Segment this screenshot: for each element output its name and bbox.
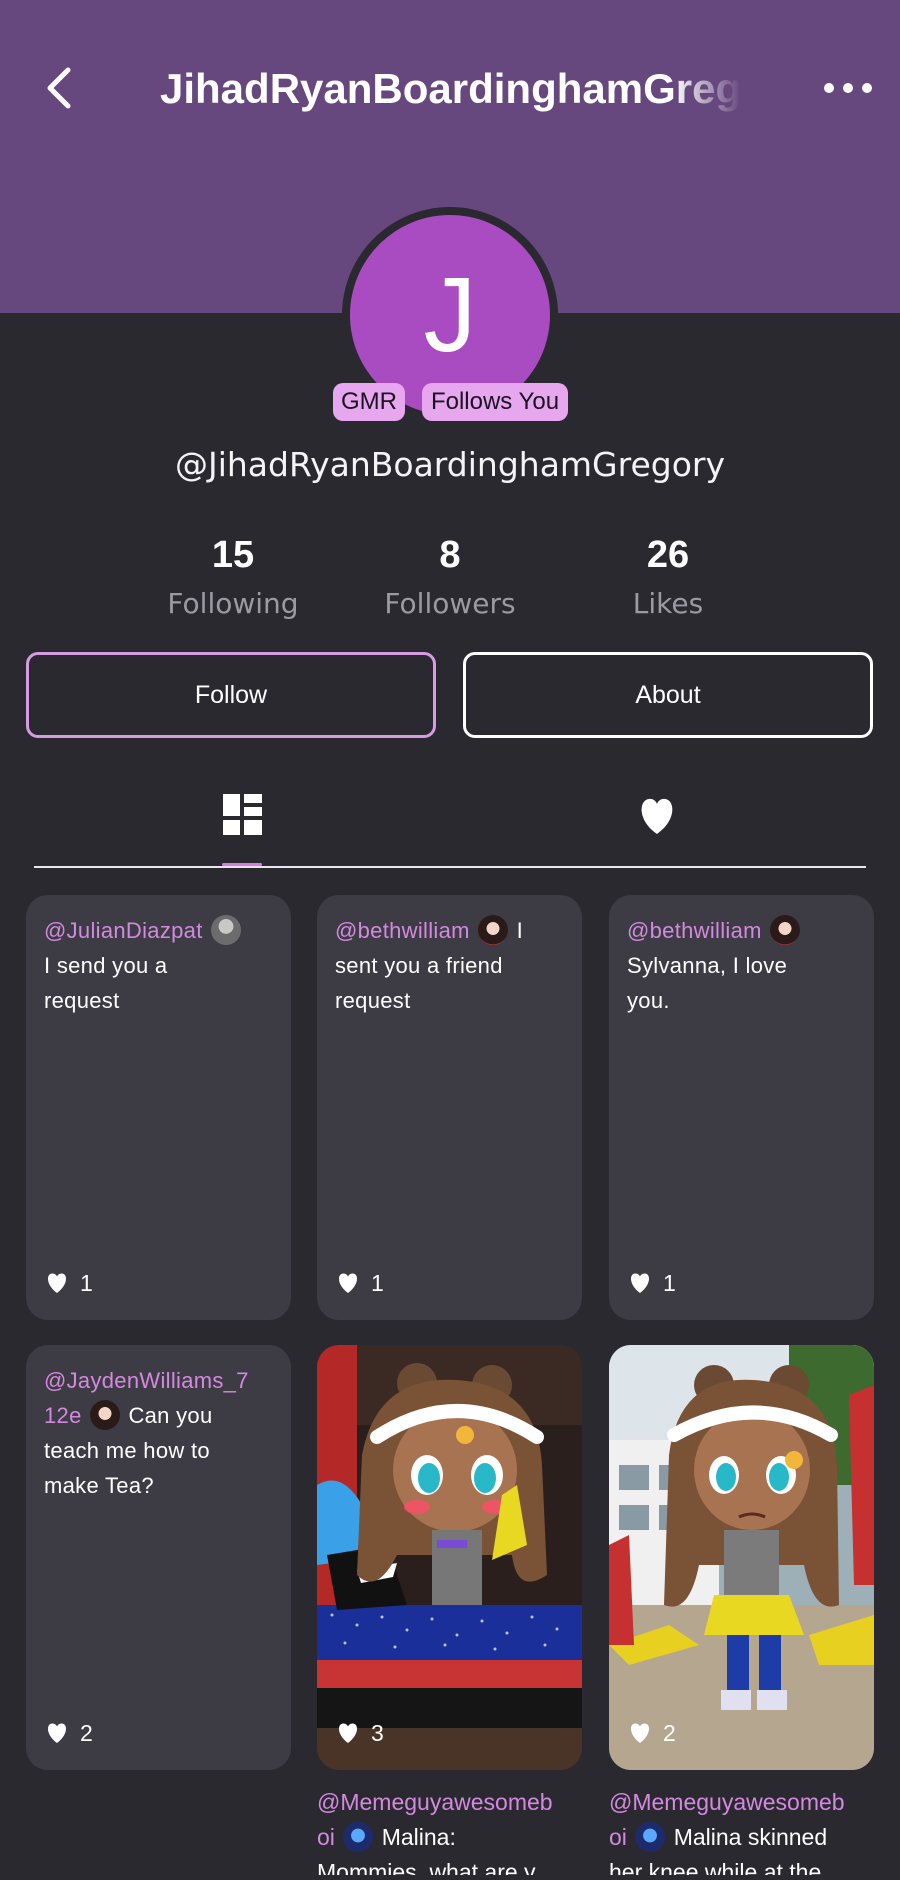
back-button[interactable] xyxy=(40,62,80,114)
tab-divider xyxy=(34,866,866,868)
heart-icon xyxy=(338,1273,358,1293)
stat-value: 15 xyxy=(211,534,255,576)
tab-likes[interactable] xyxy=(625,786,689,846)
character-art-playground-image xyxy=(609,1345,874,1770)
post-author[interactable]: @bethwilliam xyxy=(627,918,762,943)
post-author[interactable]: @Memeguyawesomeb xyxy=(609,1789,845,1815)
dark-hair-avatar-icon xyxy=(478,915,509,945)
post-author[interactable]: @Memeguyawesomeb xyxy=(317,1789,553,1815)
heart-icon xyxy=(630,1723,650,1743)
post-card[interactable]: 3 xyxy=(317,1345,582,1770)
like-count[interactable]: 3 xyxy=(335,1718,384,1748)
more-horizontal-icon xyxy=(824,83,834,93)
post-caption: @Memeguyawesomeb oi Malina: Mommies, wha… xyxy=(317,1789,554,1875)
post-author[interactable]: @JulianDiazpat xyxy=(44,918,203,943)
like-count[interactable]: 1 xyxy=(44,1268,93,1298)
like-count[interactable]: 2 xyxy=(44,1718,93,1748)
tab-posts[interactable] xyxy=(211,786,275,846)
follow-button[interactable]: Follow xyxy=(26,652,436,738)
post-text: @JulianDiazpat I send you a request xyxy=(44,913,274,1018)
like-count[interactable]: 1 xyxy=(627,1268,676,1298)
chevron-left-icon xyxy=(47,67,71,109)
heart-icon xyxy=(338,1723,358,1743)
post-card[interactable]: @bethwilliam Sylvanna, I love you. 1 xyxy=(609,895,874,1320)
heart-icon xyxy=(47,1273,67,1293)
like-count[interactable]: 1 xyxy=(335,1268,384,1298)
stat-value: 8 xyxy=(439,534,461,576)
stat-followers[interactable]: 8 Followers xyxy=(340,530,560,626)
about-button[interactable]: About xyxy=(463,652,873,738)
more-options-button[interactable] xyxy=(820,70,876,106)
like-count[interactable]: 2 xyxy=(627,1718,676,1748)
heart-icon xyxy=(630,1273,650,1293)
post-card[interactable]: 2 xyxy=(609,1345,874,1770)
stat-label: Likes xyxy=(632,587,704,620)
stat-label: Followers xyxy=(384,587,516,620)
post-card[interactable]: @bethwilliam I sent you a friend request… xyxy=(317,895,582,1320)
post-text: @JaydenWilliams_7 12e Can you teach me h… xyxy=(44,1368,249,1498)
post-card[interactable]: @JaydenWilliams_7 12e Can you teach me h… xyxy=(26,1345,291,1770)
post-author[interactable]: @bethwilliam xyxy=(335,918,470,943)
stat-value: 26 xyxy=(646,534,690,576)
heart-icon xyxy=(47,1723,67,1743)
follows-you-badge: Follows You xyxy=(422,383,568,421)
post-caption: @Memeguyawesomeb oi Malina skinned her k… xyxy=(609,1789,845,1875)
profile-handle: @JihadRyanBoardinghamGregory xyxy=(174,445,726,484)
blue-avatar-icon xyxy=(343,1822,374,1852)
dark-hair-avatar-icon xyxy=(90,1400,121,1430)
post-text: @bethwilliam I sent you a friend request xyxy=(335,913,565,1018)
post-author[interactable]: @JaydenWilliams_7 xyxy=(44,1368,249,1393)
dashboard-grid-icon xyxy=(223,794,262,835)
post-card[interactable]: @JulianDiazpat I send you a request 1 xyxy=(26,895,291,1320)
stat-likes[interactable]: 26 Likes xyxy=(558,530,778,626)
page-title: JihadRyanBoardinghamGregory xyxy=(160,65,742,112)
character-art-image xyxy=(317,1345,582,1770)
stat-label: Following xyxy=(167,587,299,620)
heart-icon xyxy=(641,798,673,834)
gmr-badge: GMR xyxy=(333,383,405,421)
blue-avatar-icon xyxy=(635,1822,666,1852)
dark-hair-avatar-icon xyxy=(770,915,801,945)
stat-following[interactable]: 15 Following xyxy=(123,530,343,626)
post-text: @bethwilliam Sylvanna, I love you. xyxy=(627,913,857,1018)
grey-avatar-icon xyxy=(211,915,242,945)
